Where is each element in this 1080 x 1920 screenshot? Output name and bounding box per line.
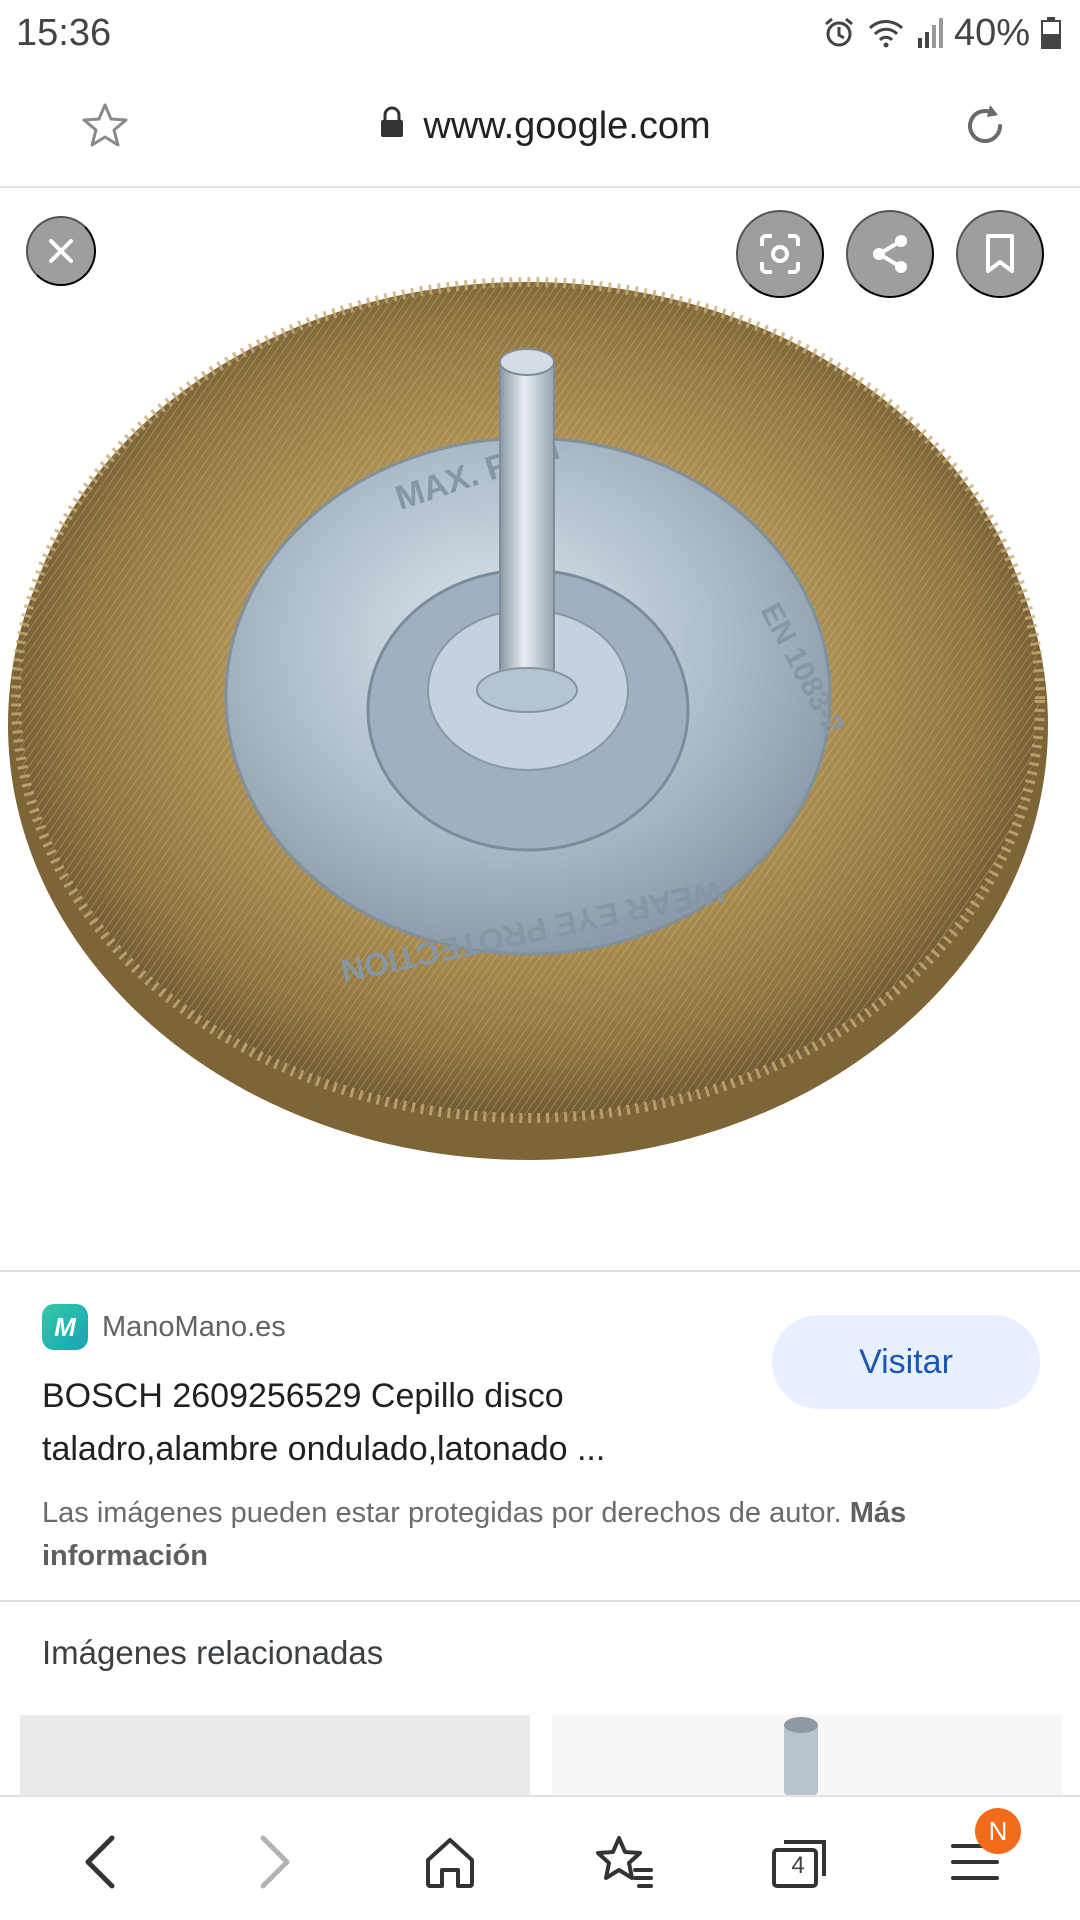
home-icon [426,1838,474,1888]
product-image: MAX. RPM EN 1083-2 WEAR EYE PROTECTION [8,277,1048,1160]
lens-button[interactable] [736,210,824,298]
related-images-title: Imágenes relacionadas [42,1634,384,1671]
notification-badge: N [975,1808,1021,1854]
status-icons: 40% [822,12,1062,55]
back-button[interactable] [55,1817,145,1907]
lock-icon [379,105,405,148]
source-name: ManoMano.es [102,1310,286,1343]
visit-button[interactable]: Visitar [772,1315,1040,1409]
alarm-icon [822,16,856,50]
forward-button[interactable] [230,1817,320,1907]
signal-icon [916,16,944,50]
source-row[interactable]: M ManoMano.es [42,1304,286,1350]
copyright-text: Las imágenes pueden estar protegidas por… [42,1497,842,1529]
star-icon[interactable] [80,101,130,151]
divider [0,1270,1080,1272]
back-icon [85,1835,115,1889]
wifi-icon [866,16,906,50]
image-viewer: MAX. RPM EN 1083-2 WEAR EYE PROTECTION [0,190,1080,1270]
screen: 15:36 40% www.google.com MAX. RPM EN 108… [0,0,1080,1920]
url-bar: www.google.com [0,66,1080,188]
reload-icon[interactable] [960,101,1010,151]
address-field[interactable]: www.google.com [379,104,711,148]
product-title[interactable]: BOSCH 2609256529 Cepillo disco taladro,a… [42,1370,732,1476]
copyright-notice: Las imágenes pueden estar protegidas por… [42,1492,1052,1578]
close-button[interactable] [26,216,96,286]
tabs-button[interactable]: 4 [755,1817,845,1907]
bookmark-button[interactable] [956,210,1044,298]
related-image-thumbnail[interactable] [552,1715,1062,1795]
url-text: www.google.com [423,104,711,147]
lens-icon [760,234,800,274]
source-logo: M [42,1304,88,1350]
bookmarks-icon [596,1836,653,1888]
home-button[interactable] [405,1817,495,1907]
bookmarks-button[interactable] [580,1817,670,1907]
divider [0,1600,1080,1602]
status-bar: 15:36 40% [0,0,1080,66]
status-time: 15:36 [16,11,112,54]
share-button[interactable] [846,210,934,298]
share-icon [873,235,907,273]
battery-percent: 40% [953,11,1030,54]
related-image-thumbnail[interactable] [20,1715,530,1795]
bookmark-icon [986,234,1014,273]
battery-icon [1040,16,1062,50]
tabs-count: 4 [791,1852,805,1879]
close-icon [49,239,73,263]
bottom-navigation: 4 [0,1795,1080,1920]
forward-icon [260,1835,290,1889]
